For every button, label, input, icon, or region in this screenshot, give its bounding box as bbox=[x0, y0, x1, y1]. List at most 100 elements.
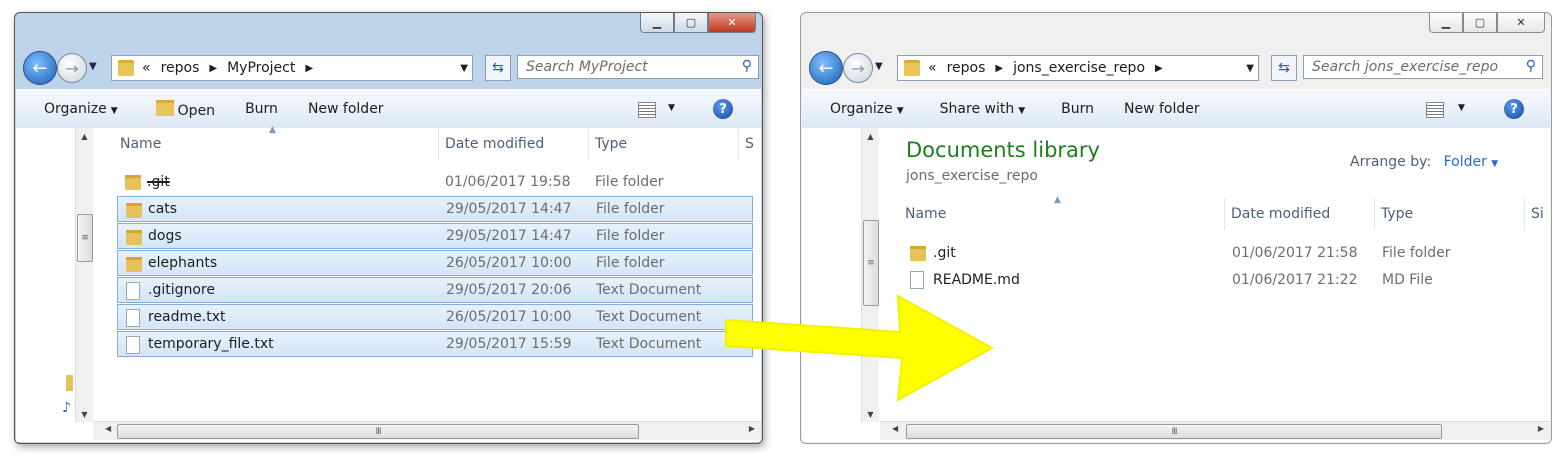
scroll-up-icon[interactable]: ▲ bbox=[76, 128, 93, 144]
file-type: File folder bbox=[596, 201, 665, 217]
scroll-thumb[interactable]: III bbox=[906, 424, 1442, 439]
chevron-right-icon[interactable]: ▶ bbox=[1155, 63, 1163, 74]
caret-down-icon: ▼ bbox=[1491, 159, 1499, 169]
file-row[interactable]: cats 29/05/2017 14:47 File folder bbox=[117, 196, 753, 222]
chevron-right-icon[interactable]: ▶ bbox=[305, 63, 313, 74]
forward-button[interactable]: → bbox=[57, 53, 87, 83]
column-size[interactable]: S bbox=[738, 128, 758, 160]
column-size[interactable]: Si bbox=[1524, 198, 1550, 230]
sort-ascending-icon: ▲ bbox=[1054, 195, 1061, 205]
column-name[interactable]: Name bbox=[93, 128, 438, 160]
column-type[interactable]: Type bbox=[1374, 198, 1524, 230]
column-name[interactable]: Name bbox=[880, 198, 1224, 230]
folder-icon bbox=[126, 230, 142, 245]
help-icon[interactable]: ? bbox=[1504, 99, 1524, 119]
scroll-down-icon[interactable]: ▼ bbox=[76, 406, 93, 422]
search-icon[interactable]: ⚲ bbox=[742, 58, 752, 74]
file-name: .git bbox=[933, 245, 956, 261]
arrange-by-dropdown[interactable]: Folder ▼ bbox=[1444, 154, 1499, 170]
forward-button[interactable]: → bbox=[843, 53, 873, 83]
scroll-thumb[interactable]: ≡ bbox=[77, 214, 93, 262]
refresh-button[interactable]: ⇆ bbox=[485, 55, 511, 81]
arrow-right-icon bbox=[725, 294, 995, 402]
breadcrumb-repos[interactable]: repos bbox=[947, 60, 986, 76]
breadcrumb-jons-exercise-repo[interactable]: jons_exercise_repo bbox=[1013, 60, 1145, 76]
file-date-modified: 29/05/2017 14:47 bbox=[446, 228, 572, 244]
burn-button[interactable]: Burn bbox=[245, 101, 278, 117]
document-icon bbox=[126, 309, 140, 327]
organize-button[interactable]: Organize ▼ bbox=[830, 101, 904, 117]
file-row[interactable]: readme.txt 26/05/2017 10:00 Text Document bbox=[117, 304, 753, 330]
organize-label: Organize bbox=[44, 101, 107, 117]
chevron-right-icon[interactable]: ▶ bbox=[209, 63, 217, 74]
yellow-arrow-annotation bbox=[725, 294, 995, 402]
history-dropdown-icon[interactable]: ▼ bbox=[89, 61, 97, 72]
folder-icon bbox=[66, 375, 73, 391]
search-box[interactable]: Search MyProject ⚲ bbox=[517, 55, 759, 79]
address-bar[interactable]: « repos ▶ jons_exercise_repo ▶ ▼ bbox=[897, 55, 1259, 81]
file-type: MD File bbox=[1382, 272, 1433, 288]
search-box[interactable]: Search jons_exercise_repo ⚲ bbox=[1303, 55, 1543, 79]
file-type: File folder bbox=[595, 174, 664, 190]
file-name: temporary_file.txt bbox=[148, 336, 274, 352]
new-folder-button[interactable]: New folder bbox=[1124, 101, 1200, 117]
file-row[interactable]: dogs 29/05/2017 14:47 File folder bbox=[117, 223, 753, 249]
caret-down-icon: ▼ bbox=[896, 106, 904, 116]
search-icon[interactable]: ⚲ bbox=[1526, 58, 1536, 74]
caret-down-icon[interactable]: ▼ bbox=[668, 103, 675, 113]
file-row[interactable]: .gitignore 29/05/2017 20:06 Text Document bbox=[117, 277, 753, 303]
address-dropdown-icon[interactable]: ▼ bbox=[460, 63, 468, 74]
address-dropdown-icon[interactable]: ▼ bbox=[1246, 63, 1254, 74]
file-row[interactable]: .git 01/06/2017 19:58 File folder bbox=[117, 169, 753, 195]
minimize-button[interactable]: ▁ bbox=[640, 13, 674, 33]
file-type: Text Document bbox=[596, 282, 702, 298]
caret-down-icon[interactable]: ▼ bbox=[1458, 103, 1465, 113]
file-date-modified: 26/05/2017 10:00 bbox=[446, 255, 572, 271]
scroll-left-icon[interactable]: ◀ bbox=[892, 424, 898, 433]
file-date-modified: 29/05/2017 14:47 bbox=[446, 201, 572, 217]
scroll-up-icon[interactable]: ▲ bbox=[862, 128, 879, 144]
new-folder-button[interactable]: New folder bbox=[308, 101, 384, 117]
column-headers: Name Date modified Type S ▲ bbox=[93, 125, 754, 160]
chevron-right-icon[interactable]: ▶ bbox=[995, 63, 1003, 74]
back-button[interactable]: ← bbox=[23, 51, 57, 85]
column-date-modified[interactable]: Date modified bbox=[438, 128, 588, 160]
file-date-modified: 29/05/2017 20:06 bbox=[446, 282, 572, 298]
help-icon[interactable]: ? bbox=[713, 99, 733, 119]
file-row[interactable]: temporary_file.txt 29/05/2017 15:59 Text D… bbox=[117, 331, 753, 357]
file-date-modified: 26/05/2017 10:00 bbox=[446, 309, 572, 325]
maximize-button[interactable]: ▢ bbox=[1463, 13, 1497, 33]
address-bar[interactable]: « repos ▶ MyProject ▶ ▼ bbox=[111, 55, 473, 81]
breadcrumb-overflow[interactable]: « bbox=[928, 60, 937, 76]
burn-button[interactable]: Burn bbox=[1061, 101, 1094, 117]
horizontal-scrollbar[interactable]: ◀ III ▶ bbox=[880, 421, 1550, 440]
scroll-right-icon[interactable]: ▶ bbox=[749, 424, 755, 433]
column-headers: Name Date modified Type Si ▲ bbox=[880, 195, 1550, 230]
minimize-button[interactable]: ▁ bbox=[1429, 13, 1463, 33]
history-dropdown-icon[interactable]: ▼ bbox=[875, 61, 883, 72]
nav-pane-scrollbar[interactable]: ▲ ≡ ▼ bbox=[75, 128, 93, 422]
scroll-right-icon[interactable]: ▶ bbox=[1538, 424, 1544, 433]
share-with-button[interactable]: Share with ▼ bbox=[940, 101, 1025, 117]
view-options-icon[interactable] bbox=[1426, 102, 1444, 118]
maximize-button[interactable]: ▢ bbox=[674, 13, 708, 33]
back-button[interactable]: ← bbox=[809, 51, 843, 85]
arrange-by-value: Folder bbox=[1443, 154, 1487, 170]
column-type[interactable]: Type bbox=[588, 128, 738, 160]
scroll-thumb[interactable]: III bbox=[117, 424, 639, 439]
view-options-icon[interactable] bbox=[638, 102, 656, 118]
column-date-modified[interactable]: Date modified bbox=[1224, 198, 1374, 230]
breadcrumb-repos[interactable]: repos bbox=[161, 60, 200, 76]
scroll-left-icon[interactable]: ◀ bbox=[105, 424, 111, 433]
breadcrumb-overflow[interactable]: « bbox=[142, 60, 151, 76]
organize-button[interactable]: Organize ▼ bbox=[44, 101, 118, 117]
close-button[interactable]: ✕ bbox=[1497, 13, 1545, 33]
open-button[interactable]: Open bbox=[155, 99, 215, 119]
file-row[interactable]: .git 01/06/2017 21:58 File folder bbox=[902, 240, 1542, 266]
horizontal-scrollbar[interactable]: ◀ III ▶ bbox=[93, 421, 761, 440]
refresh-button[interactable]: ⇆ bbox=[1271, 55, 1297, 81]
breadcrumb-myproject[interactable]: MyProject bbox=[227, 60, 295, 76]
arrange-by: Arrange by: Folder ▼ bbox=[1350, 154, 1498, 170]
file-row[interactable]: elephants 26/05/2017 10:00 File folder bbox=[117, 250, 753, 276]
close-button[interactable]: ✕ bbox=[708, 13, 756, 33]
